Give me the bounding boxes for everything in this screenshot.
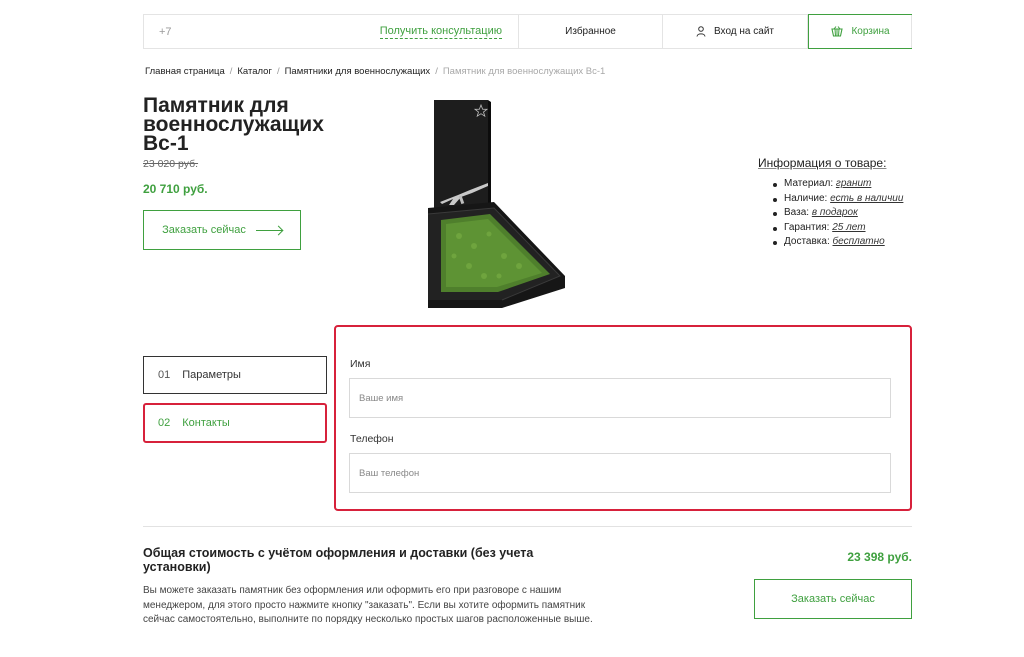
order-now-bottom-label: Заказать сейчас xyxy=(791,593,875,605)
breadcrumb-separator: / xyxy=(276,66,280,77)
step-number: 01 xyxy=(158,369,171,381)
breadcrumb-current: Памятник для военнослужащих Вс-1 xyxy=(442,66,606,77)
current-price: 20 710 руб. xyxy=(143,182,208,196)
step-tab-parameters[interactable]: 01 Параметры xyxy=(143,356,327,394)
cart-label: Корзина xyxy=(851,26,890,37)
step-number: 02 xyxy=(158,417,171,429)
product-info-title: Информация о товаре: xyxy=(758,156,887,170)
phone-number[interactable]: +7 xyxy=(159,26,172,38)
old-price: 23 020 руб. xyxy=(143,158,199,170)
info-item-delivery: Доставка: бесплатно xyxy=(771,235,903,250)
section-divider xyxy=(143,526,912,527)
info-item-material: Материал: гранит xyxy=(771,177,903,192)
order-now-label: Заказать сейчас xyxy=(162,224,246,236)
name-input[interactable] xyxy=(349,378,891,418)
login-label: Вход на сайт xyxy=(714,26,774,37)
breadcrumb-home[interactable]: Главная страница xyxy=(145,66,225,77)
header-contact-cell: +7 Получить консультацию xyxy=(144,15,519,48)
favorites-button[interactable]: Избранное xyxy=(519,15,663,48)
top-header: +7 Получить консультацию Избранное Вход … xyxy=(143,14,912,49)
step-tab-contacts[interactable]: 02 Контакты xyxy=(143,403,327,443)
total-cost-title: Общая стоимость с учётом оформления и до… xyxy=(143,546,534,574)
total-price: 23 398 руб. xyxy=(847,550,912,564)
step-label: Параметры xyxy=(182,369,241,381)
order-now-bottom-button[interactable]: Заказать сейчас xyxy=(754,579,912,619)
phone-label: Телефон xyxy=(350,433,394,445)
user-icon xyxy=(696,26,706,37)
product-image[interactable] xyxy=(424,96,569,308)
total-description: Вы можете заказать памятник без оформлен… xyxy=(143,585,593,625)
breadcrumb-separator: / xyxy=(435,66,438,77)
info-item-availability: Наличие: есть в наличии xyxy=(771,192,903,207)
contact-form: Имя Телефон xyxy=(334,325,912,511)
info-item-warranty: Гарантия: 25 лет xyxy=(771,221,903,236)
info-item-vase: Ваза: в подарок xyxy=(771,206,903,221)
product-title: Памятник для военнослужащих Вс-1 xyxy=(143,94,324,155)
name-label: Имя xyxy=(350,358,371,370)
order-now-button[interactable]: Заказать сейчас xyxy=(143,210,301,250)
breadcrumb-separator: / xyxy=(229,66,233,77)
arrow-right-icon xyxy=(255,229,282,231)
phone-input[interactable] xyxy=(349,453,891,493)
product-info-list: Материал: гранит Наличие: есть в наличии… xyxy=(771,177,903,250)
favorites-label: Избранное xyxy=(565,26,616,37)
cart-button[interactable]: Корзина xyxy=(808,14,912,49)
breadcrumb: Главная страница / Каталог / Памятники для в… xyxy=(145,66,605,77)
breadcrumb-catalog[interactable]: Каталог xyxy=(237,66,272,77)
login-button[interactable]: Вход на сайт xyxy=(663,15,808,48)
breadcrumb-category[interactable]: Памятники для военнослужащих xyxy=(285,66,431,77)
basket-icon xyxy=(831,26,844,37)
consultation-link[interactable]: Получить консультацию xyxy=(379,25,502,39)
step-label: Контакты xyxy=(182,417,230,429)
